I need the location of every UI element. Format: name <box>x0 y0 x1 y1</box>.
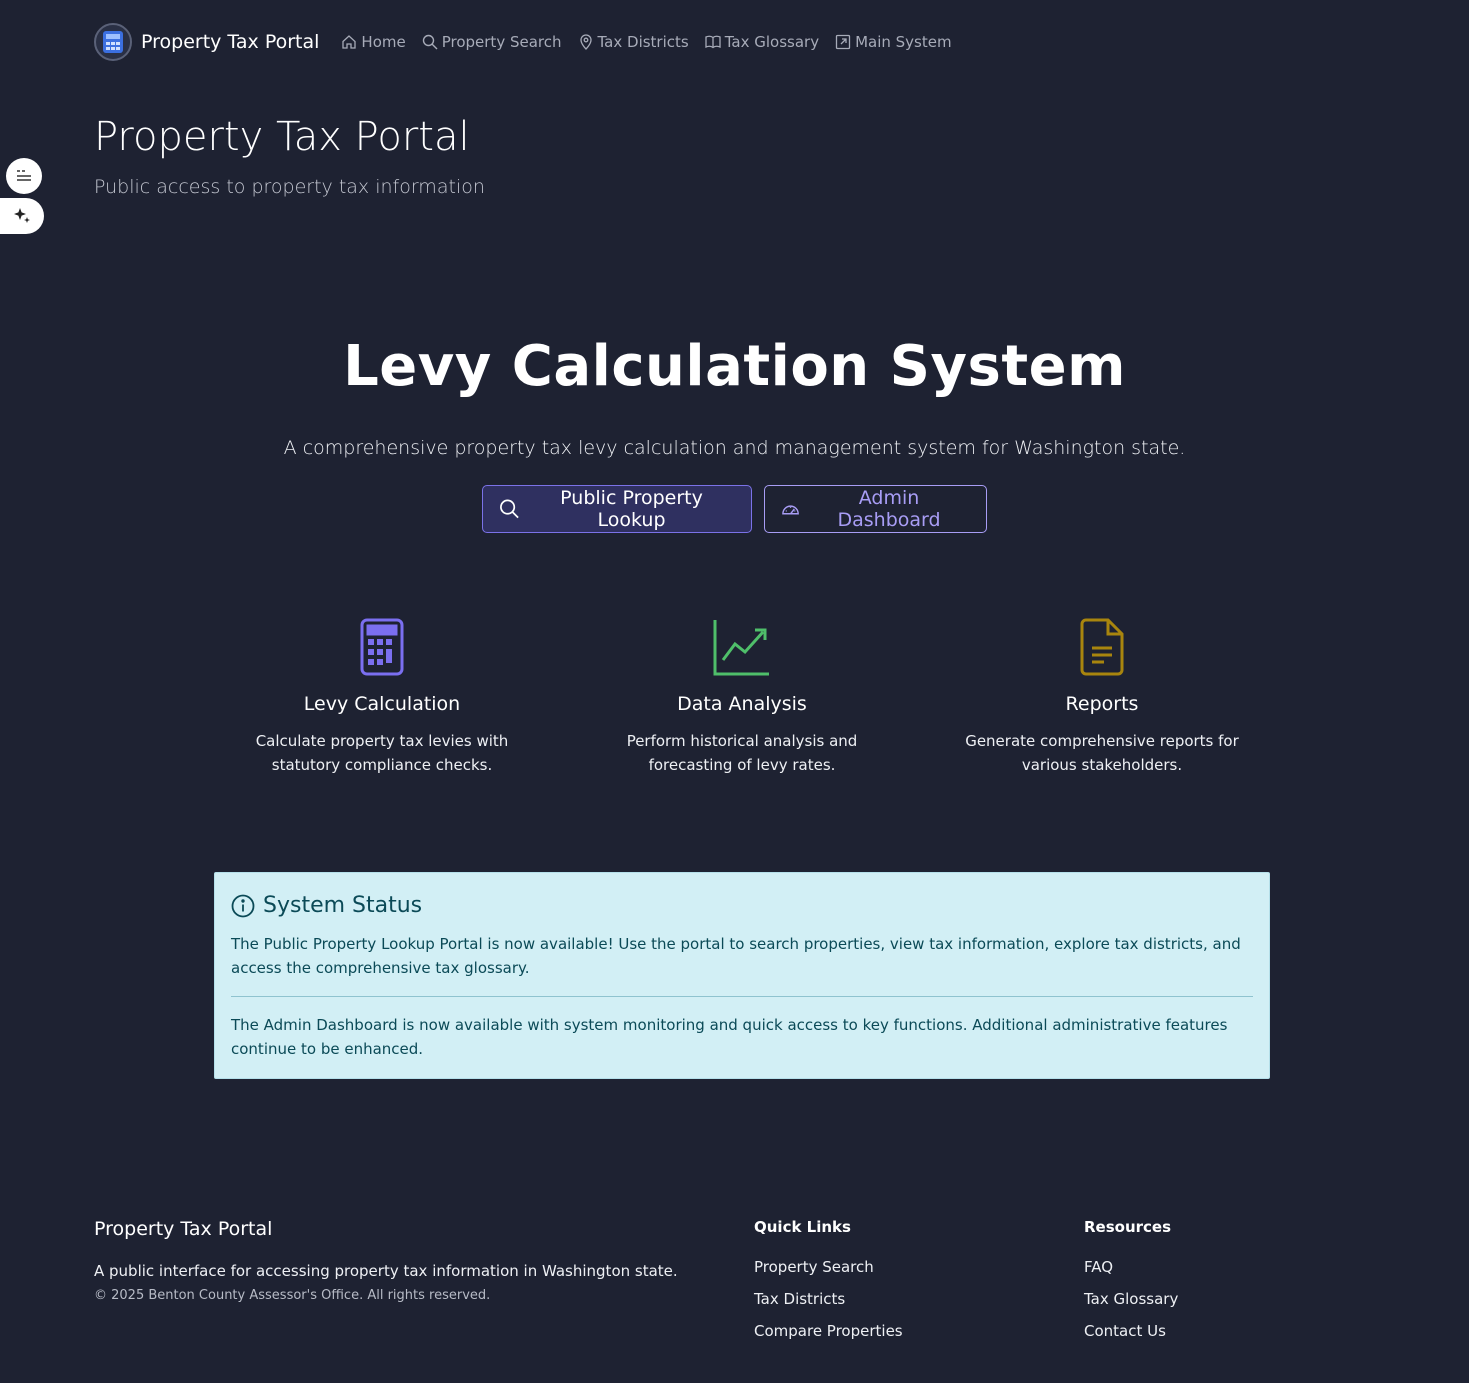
footer-link-tax-districts[interactable]: Tax Districts <box>754 1290 903 1308</box>
feature-data-analysis: Data Analysis Perform historical analysi… <box>592 618 892 777</box>
search-icon <box>422 34 438 50</box>
feature-levy-calculation: Levy Calculation Calculate property tax … <box>232 618 532 777</box>
nav-property-search-label: Property Search <box>441 33 562 51</box>
page-title: Property Tax Portal <box>94 114 470 160</box>
nav-tax-districts-label: Tax Districts <box>597 33 689 51</box>
footer-link-faq[interactable]: FAQ <box>1084 1258 1178 1276</box>
footer-link-contact-us[interactable]: Contact Us <box>1084 1322 1178 1340</box>
page-subtitle: Public access to property tax informatio… <box>94 176 485 198</box>
nav-tax-districts[interactable]: Tax Districts <box>578 33 689 51</box>
feature-title: Levy Calculation <box>303 693 461 715</box>
status-message-admin: The Admin Dashboard is now available wit… <box>231 1016 1228 1058</box>
footer-quick-links: Quick Links Property Search Tax District… <box>754 1218 903 1340</box>
feature-description: Perform historical analysis and forecast… <box>626 732 858 774</box>
top-navbar: Property Tax Portal Home Property Search… <box>94 22 968 62</box>
info-circle-icon <box>231 894 255 917</box>
hero-lead: A comprehensive property tax levy calcul… <box>283 437 1186 459</box>
page-header: Property Tax Portal Public access to pro… <box>94 114 485 198</box>
resources-heading: Resources <box>1084 1218 1172 1236</box>
footer-description: A public interface for accessing propert… <box>94 1262 678 1280</box>
status-title: System Status <box>263 893 423 918</box>
brand-name: Property Tax Portal <box>141 31 320 53</box>
speedometer-icon <box>782 505 799 515</box>
footer-resources: Resources FAQ Tax Glossary Contact Us <box>1084 1218 1178 1340</box>
status-divider <box>231 996 1253 997</box>
brand-link[interactable]: Property Tax Portal <box>94 23 319 61</box>
feature-title: Reports <box>1065 693 1139 715</box>
nav-tax-glossary[interactable]: Tax Glossary <box>705 33 819 51</box>
nav-home-label: Home <box>361 33 406 51</box>
footer-copyright: © 2025 Benton County Assessor's Office. … <box>94 1288 491 1303</box>
document-icon <box>1080 618 1124 676</box>
nav-main-system[interactable]: Main System <box>835 33 952 51</box>
book-icon <box>705 35 721 49</box>
hero-buttons: Public Property Lookup Admin Dashboard <box>0 485 1469 533</box>
admin-dashboard-button[interactable]: Admin Dashboard <box>764 485 987 533</box>
map-pin-icon <box>579 34 592 50</box>
system-status-alert: System Status The Public Property Lookup… <box>214 872 1270 1079</box>
chart-line-icon <box>713 620 769 676</box>
home-icon <box>342 35 357 49</box>
footer-link-compare-properties[interactable]: Compare Properties <box>754 1322 903 1340</box>
hero-title: Levy Calculation System <box>343 334 1126 399</box>
calculator-icon <box>360 618 404 676</box>
quick-links-heading: Quick Links <box>754 1218 851 1236</box>
feature-description: Generate comprehensive reports for vario… <box>965 732 1239 774</box>
nav-main-system-label: Main System <box>855 33 952 51</box>
status-header: System Status <box>231 893 1253 918</box>
footer-link-property-search[interactable]: Property Search <box>754 1258 903 1276</box>
footer-title: Property Tax Portal <box>94 1218 273 1240</box>
nav-property-search[interactable]: Property Search <box>422 33 562 51</box>
admin-dashboard-label: Admin Dashboard <box>837 487 941 531</box>
calculator-logo-icon <box>94 23 132 61</box>
feature-reports: Reports Generate comprehensive reports f… <box>952 618 1252 777</box>
nav-home[interactable]: Home <box>341 33 406 51</box>
sparkle-icon <box>14 208 30 223</box>
status-message-portal: The Public Property Lookup Portal is now… <box>231 935 1241 977</box>
hero-section: Levy Calculation System A comprehensive … <box>0 334 1469 533</box>
feature-title: Data Analysis <box>677 693 807 715</box>
feature-description: Calculate property tax levies with statu… <box>255 732 509 774</box>
quote-list-icon <box>17 170 31 181</box>
nav-tax-glossary-label: Tax Glossary <box>724 33 820 51</box>
public-property-lookup-label: Public Property Lookup <box>560 487 703 531</box>
footer-brand: Property Tax Portal A public interface f… <box>94 1218 678 1303</box>
quote-tool-button[interactable] <box>6 158 42 194</box>
public-property-lookup-button[interactable]: Public Property Lookup <box>482 485 752 533</box>
ai-sparkle-button[interactable] <box>0 198 44 234</box>
footer-link-tax-glossary[interactable]: Tax Glossary <box>1084 1290 1178 1308</box>
external-link-icon <box>835 34 851 50</box>
search-icon <box>500 499 519 519</box>
